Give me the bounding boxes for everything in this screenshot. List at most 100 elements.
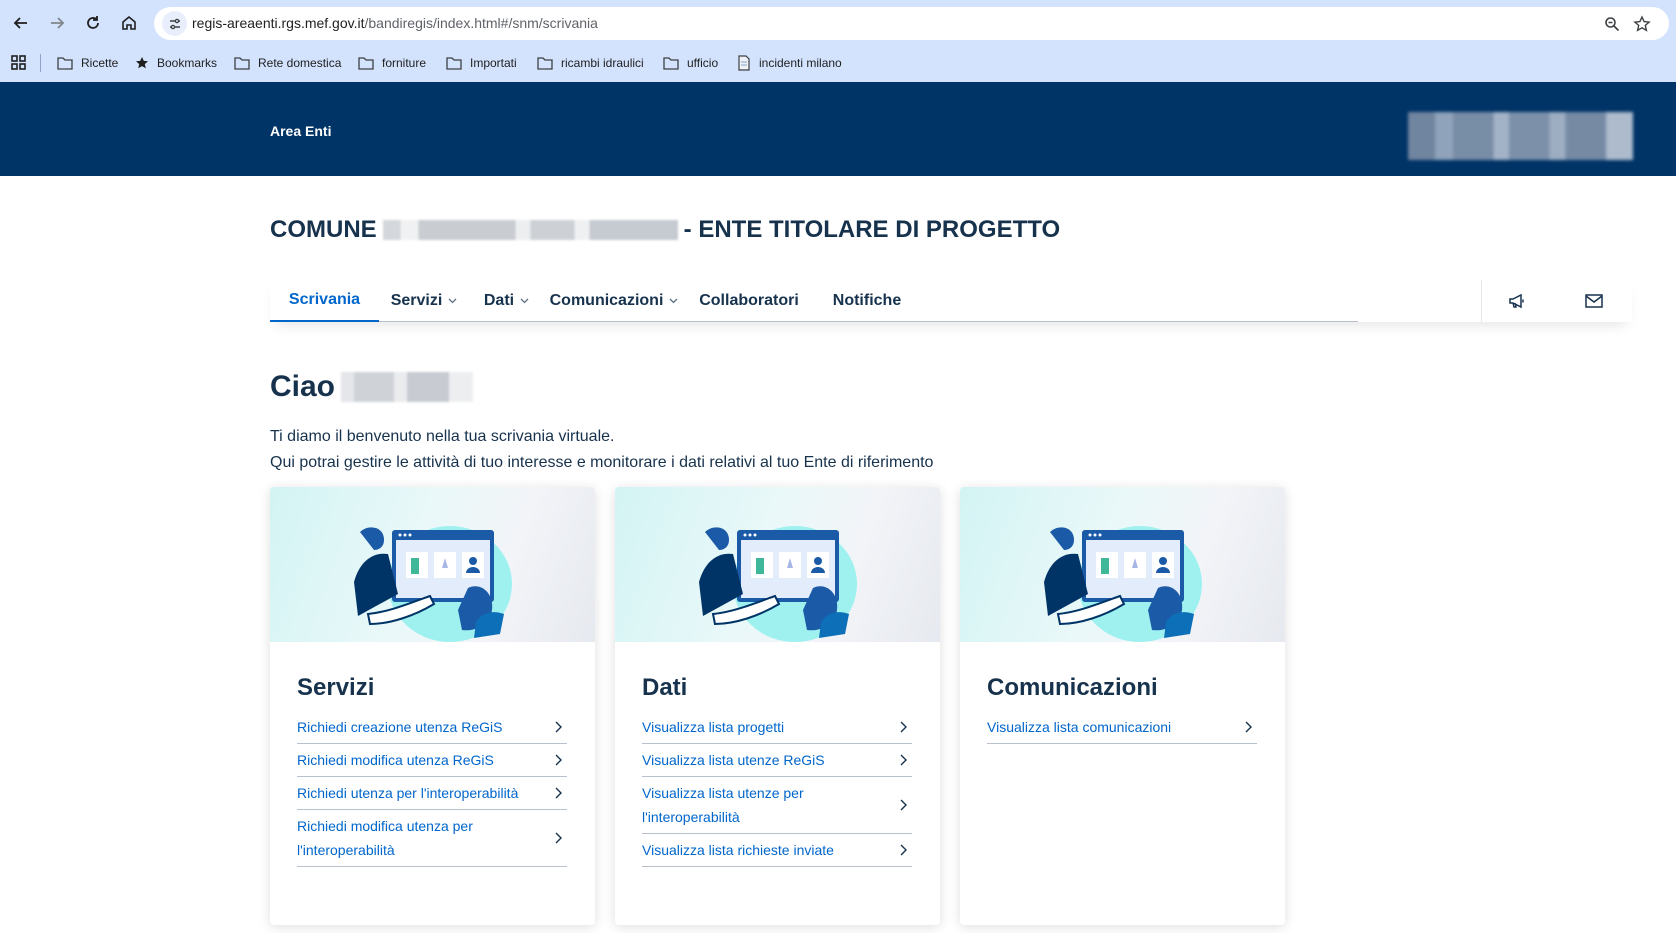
- home-icon[interactable]: [115, 9, 143, 37]
- tab-label: Notifiche: [832, 292, 902, 309]
- forward-icon[interactable]: [43, 9, 71, 37]
- bookmark-label: Ricette: [81, 56, 119, 70]
- chevron-right-icon: [555, 721, 562, 733]
- tab-notifiche[interactable]: Notifiche: [814, 280, 920, 322]
- folder-icon: [537, 57, 553, 70]
- url-path: /bandiregis/index.html#/snm/scrivania: [364, 15, 598, 31]
- card-link-list: Visualizza lista progetti Visualizza lis…: [642, 711, 912, 867]
- area-label: Area Enti: [270, 123, 332, 139]
- bookmark-folder[interactable]: Bookmarks: [135, 53, 217, 73]
- link-richiedi-modifica-utenza[interactable]: Richiedi modifica utenza ReGiS: [297, 744, 567, 777]
- chevron-right-icon: [900, 799, 907, 811]
- card-dati: Dati Visualizza lista progetti Visualizz…: [615, 487, 940, 925]
- link-label: Visualizza lista utenze per l'interopera…: [642, 785, 804, 825]
- link-label: Richiedi modifica utenza per l'interoper…: [297, 818, 473, 858]
- title-prefix: COMUNE: [270, 216, 377, 243]
- bookmark-label: ricambi idraulici: [561, 56, 644, 70]
- bookmark-folder[interactable]: forniture: [358, 53, 426, 73]
- omnibox[interactable]: regis-areaenti.rgs.mef.gov.it/bandiregis…: [154, 7, 1669, 40]
- card-illustration: [960, 487, 1285, 642]
- chevron-down-icon: [669, 296, 678, 307]
- tab-collaboratori[interactable]: Collaboratori: [684, 280, 814, 322]
- megaphone-icon[interactable]: [1481, 280, 1553, 322]
- bookmark-folder[interactable]: Ricette: [57, 53, 118, 73]
- bookmark-folder[interactable]: Importati: [446, 53, 517, 73]
- tab-scrivania[interactable]: Scrivania: [270, 280, 379, 322]
- folder-icon: [446, 57, 462, 70]
- site-header: Area Enti: [0, 82, 1676, 176]
- tab-dati[interactable]: Dati: [469, 280, 544, 322]
- greeting-text: Ciao: [270, 370, 336, 403]
- chevron-right-icon: [900, 754, 907, 766]
- bookmark-label: Bookmarks: [157, 56, 218, 70]
- bookmark-label: Importati: [470, 56, 517, 70]
- page-title: COMUNE - ENTE TITOLARE DI PROGETTO: [270, 215, 1060, 245]
- chevron-right-icon: [900, 721, 907, 733]
- bookmark-label: Rete domestica: [258, 56, 342, 70]
- chevron-right-icon: [1245, 721, 1252, 733]
- link-lista-progetti[interactable]: Visualizza lista progetti: [642, 711, 912, 744]
- back-icon[interactable]: [7, 9, 35, 37]
- site-info-icon[interactable]: [162, 11, 187, 36]
- tab-comunicazioni[interactable]: Comunicazioni: [544, 280, 684, 322]
- dashboard-illustration-icon: [1044, 526, 1202, 642]
- tab-label: Servizi: [390, 292, 443, 309]
- chevron-right-icon: [900, 844, 907, 856]
- link-label: Visualizza lista richieste inviate: [642, 842, 834, 858]
- bookmarks-separator: [40, 54, 41, 72]
- card-comunicazioni: Comunicazioni Visualizza lista comunicaz…: [960, 487, 1285, 925]
- star-icon: [136, 57, 148, 69]
- link-richiedi-utenza-interoperabilita[interactable]: Richiedi utenza per l'interoperabilità: [297, 777, 567, 810]
- card-link-list: Visualizza lista comunicazioni: [987, 711, 1257, 744]
- url-text[interactable]: regis-areaenti.rgs.mef.gov.it/bandiregis…: [192, 15, 598, 31]
- link-label: Richiedi creazione utenza ReGiS: [297, 719, 503, 735]
- tab-label: Collaboratori: [699, 292, 799, 309]
- apps-grid-icon[interactable]: [9, 53, 29, 73]
- link-lista-richieste-inviate[interactable]: Visualizza lista richieste inviate: [642, 834, 912, 867]
- chevron-down-icon: [448, 296, 457, 307]
- card-title: Servizi: [297, 674, 375, 701]
- folder-icon: [57, 57, 73, 70]
- card-title: Comunicazioni: [987, 674, 1158, 701]
- tab-label: Comunicazioni: [549, 292, 664, 309]
- folder-icon: [234, 57, 250, 70]
- link-label: Visualizza lista comunicazioni: [987, 719, 1172, 735]
- zoom-icon[interactable]: [1601, 13, 1623, 35]
- welcome-message: Ti diamo il benvenuto nella tua scrivani…: [270, 424, 933, 476]
- main-nav: Scrivania Servizi Dati Comunicazioni Col…: [270, 280, 1632, 322]
- bookmark-label: forniture: [382, 56, 427, 70]
- bookmark-folder[interactable]: Rete domestica: [234, 53, 341, 73]
- tab-servizi[interactable]: Servizi: [379, 280, 469, 322]
- chevron-right-icon: [555, 754, 562, 766]
- bookmark-star-icon[interactable]: [1631, 13, 1653, 35]
- bookmark-folder[interactable]: ricambi idraulici: [537, 53, 644, 73]
- link-label: Visualizza lista utenze ReGiS: [642, 752, 825, 768]
- bookmark-label: ufficio: [687, 56, 719, 70]
- card-title: Dati: [642, 674, 688, 701]
- welcome-line: Ti diamo il benvenuto nella tua scrivani…: [270, 428, 615, 445]
- bookmark-folder[interactable]: ufficio: [663, 53, 718, 73]
- card-illustration: [615, 487, 940, 642]
- link-label: Richiedi utenza per l'interoperabilità: [297, 785, 519, 801]
- mail-icon[interactable]: [1558, 280, 1630, 322]
- bookmark-page[interactable]: incidenti milano: [737, 53, 842, 73]
- link-lista-comunicazioni[interactable]: Visualizza lista comunicazioni: [987, 711, 1257, 744]
- dashboard-illustration-icon: [354, 526, 512, 642]
- chevron-right-icon: [555, 832, 562, 844]
- link-richiedi-creazione-utenza[interactable]: Richiedi creazione utenza ReGiS: [297, 711, 567, 744]
- bookmark-label: incidenti milano: [759, 56, 842, 70]
- entity-name-redacted: [382, 220, 678, 240]
- user-menu-redacted[interactable]: [1408, 112, 1633, 160]
- tab-label: Scrivania: [288, 291, 361, 308]
- title-suffix: - ENTE TITOLARE DI PROGETTO: [683, 216, 1061, 243]
- folder-icon: [663, 57, 679, 70]
- card-link-list: Richiedi creazione utenza ReGiS Richiedi…: [297, 711, 567, 867]
- link-lista-utenze-interoperabilita[interactable]: Visualizza lista utenze per l'interopera…: [642, 777, 912, 834]
- link-richiedi-modifica-interoperabilita[interactable]: Richiedi modifica utenza per l'interoper…: [297, 810, 567, 867]
- link-lista-utenze-regis[interactable]: Visualizza lista utenze ReGiS: [642, 744, 912, 777]
- dashboard-illustration-icon: [699, 526, 857, 642]
- page-icon: [738, 55, 750, 71]
- greeting-heading: Ciao: [270, 370, 474, 404]
- chevron-right-icon: [555, 787, 562, 799]
- reload-icon[interactable]: [79, 9, 107, 37]
